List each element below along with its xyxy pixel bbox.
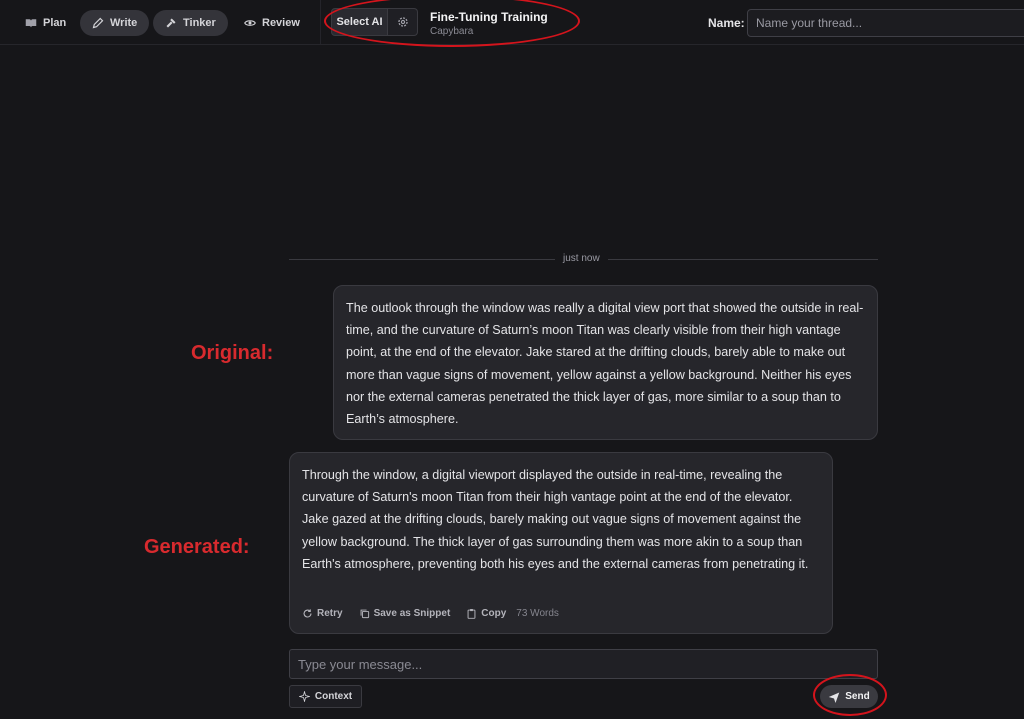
tab-review[interactable]: Review [232, 10, 312, 36]
sparkle-icon [298, 691, 310, 702]
context-label: Context [314, 691, 353, 702]
message-actions: Retry Save as Snippet Copy 73 Words [302, 606, 559, 620]
tab-plan-label: Plan [43, 17, 67, 29]
annotation-original: Original: [191, 342, 274, 364]
user-message: The outlook through the window was reall… [333, 285, 878, 440]
save-snippet-label: Save as Snippet [373, 607, 451, 619]
retry-button[interactable]: Retry [302, 608, 343, 619]
context-button[interactable]: Context [289, 685, 362, 708]
message-input[interactable] [289, 649, 878, 679]
tab-review-label: Review [262, 17, 300, 29]
copy-button[interactable]: Copy [466, 608, 506, 619]
copy-snippet-icon [360, 609, 369, 618]
ai-message-text: Through the window, a digital viewport d… [302, 468, 809, 571]
thread-name-input[interactable] [747, 9, 1024, 37]
tab-tinker-label: Tinker [183, 17, 216, 29]
message-timestamp: just now [555, 253, 608, 264]
annotation-generated: Generated: [144, 536, 250, 558]
clipboard-icon [467, 608, 476, 619]
pencil-icon [92, 17, 104, 29]
thread-name-label: Name: [708, 16, 745, 30]
eye-icon [244, 20, 256, 26]
tab-write[interactable]: Write [80, 10, 150, 36]
tab-tinker[interactable]: Tinker [153, 10, 228, 36]
user-message-text: The outlook through the window was reall… [346, 301, 864, 427]
tab-plan[interactable]: Plan [13, 10, 78, 36]
book-icon [25, 19, 37, 28]
hammer-icon [166, 18, 176, 28]
retry-label: Retry [317, 607, 343, 619]
word-count: 73 Words [516, 607, 559, 619]
save-snippet-button[interactable]: Save as Snippet [359, 607, 451, 619]
tab-write-label: Write [110, 17, 138, 29]
divider [320, 0, 321, 44]
refresh-icon [303, 608, 312, 618]
copy-label: Copy [481, 607, 507, 619]
highlight-ellipse-send [813, 674, 887, 716]
